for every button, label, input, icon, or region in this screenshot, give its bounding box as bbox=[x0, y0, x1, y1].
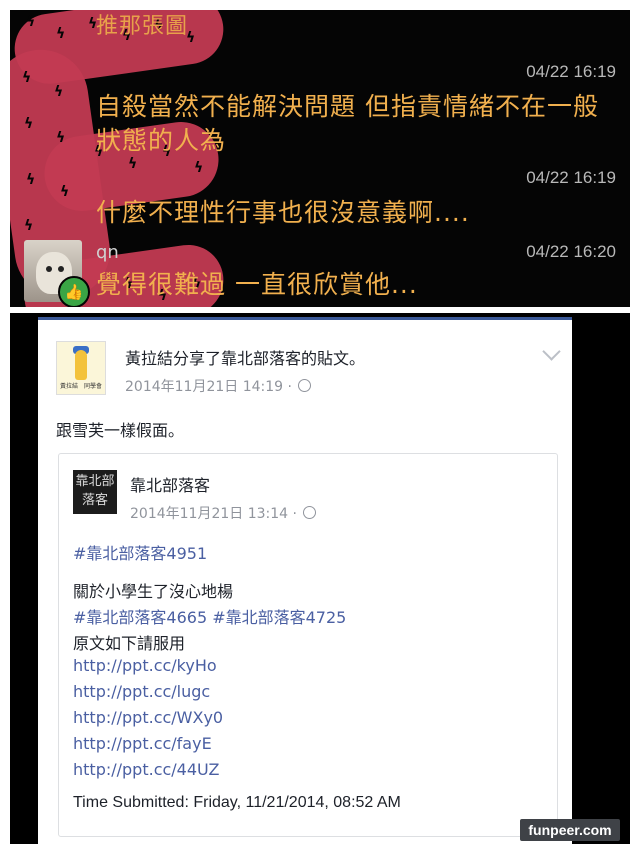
time-submitted-text: Time Submitted: Friday, 11/21/2014, 08:5… bbox=[73, 794, 401, 811]
globe-icon bbox=[303, 506, 317, 519]
post-timestamp[interactable]: 2014年11月21日 14:19 · bbox=[125, 376, 312, 396]
facebook-top-bar bbox=[38, 317, 572, 320]
post-body-text: 跟雪芙一樣假面。 bbox=[56, 421, 185, 440]
shared-post[interactable]: 靠北部落客 靠北部落客 2014年11月21日 13:14 · #靠北部落客49… bbox=[58, 453, 558, 837]
page-avatar[interactable]: 靠北部落客 bbox=[73, 470, 117, 514]
thumbs-up-icon: 👍 bbox=[58, 276, 90, 307]
message-text: 覺得很難過 一直很欣賞他... bbox=[96, 270, 418, 299]
shared-post-timestamp[interactable]: 2014年11月21日 13:14 · bbox=[130, 503, 317, 523]
globe-icon bbox=[298, 379, 312, 392]
facebook-screenshot-frame: 黃拉結 同學會 黃拉結分享了靠北部落客的貼文。 2014年11月21日 14:1… bbox=[10, 313, 630, 848]
site-watermark: funpeer.com bbox=[520, 819, 620, 841]
post-timestamp-text[interactable]: 2014年11月21日 14:19 · bbox=[125, 379, 292, 395]
post-header[interactable]: 黃拉結分享了靠北部落客的貼文。 bbox=[125, 345, 365, 369]
message-username[interactable]: qn bbox=[96, 242, 119, 263]
hashtag-link[interactable]: #靠北部落客4951 bbox=[73, 540, 207, 564]
shared-post-timestamp-text[interactable]: 2014年11月21日 13:14 · bbox=[130, 506, 297, 522]
shared-text-line: 原文如下請服用 bbox=[73, 634, 186, 653]
url-link[interactable]: http://ppt.cc/lugc bbox=[73, 682, 210, 701]
facebook-post-card: 黃拉結 同學會 黃拉結分享了靠北部落客的貼文。 2014年11月21日 14:1… bbox=[38, 317, 572, 848]
chat-panel: ϟ ϟ ϟ ϟ ϟ ϟ ϟ ϟ ϟ ϟ ϟ ϟ ϟ ϟ ϟ ϟ ϟ ϟ ϟ ϟ … bbox=[10, 10, 630, 307]
message-timestamp: 04/22 16:19 bbox=[526, 168, 616, 187]
chat-title-partial: 推那張圖 bbox=[96, 14, 189, 39]
shared-page-name[interactable]: 靠北部落客 bbox=[130, 472, 210, 496]
message-text: 自殺當然不能解決問題 但指責情緒不在一般狀態的人為 bbox=[96, 92, 599, 155]
message-text: 什麼不理性行事也很沒意義啊.... bbox=[96, 198, 470, 227]
hashtag-link[interactable]: #靠北部落客4665 #靠北部落客4725 bbox=[73, 604, 346, 628]
message-timestamp: 04/22 16:20 bbox=[526, 242, 616, 261]
chevron-down-icon[interactable] bbox=[542, 342, 561, 361]
shared-text-line: 關於小學生了沒心地楊 bbox=[73, 582, 234, 601]
page-avatar-text: 靠北部落客 bbox=[75, 474, 115, 508]
message-timestamp: 04/22 16:19 bbox=[526, 62, 616, 81]
url-link[interactable]: http://ppt.cc/WXy0 bbox=[73, 708, 223, 727]
url-link[interactable]: http://ppt.cc/kyHo bbox=[73, 656, 217, 675]
url-link[interactable]: http://ppt.cc/fayE bbox=[73, 734, 212, 753]
url-link[interactable]: http://ppt.cc/44UZ bbox=[73, 760, 219, 779]
poster-avatar[interactable]: 黃拉結 同學會 bbox=[56, 341, 106, 395]
